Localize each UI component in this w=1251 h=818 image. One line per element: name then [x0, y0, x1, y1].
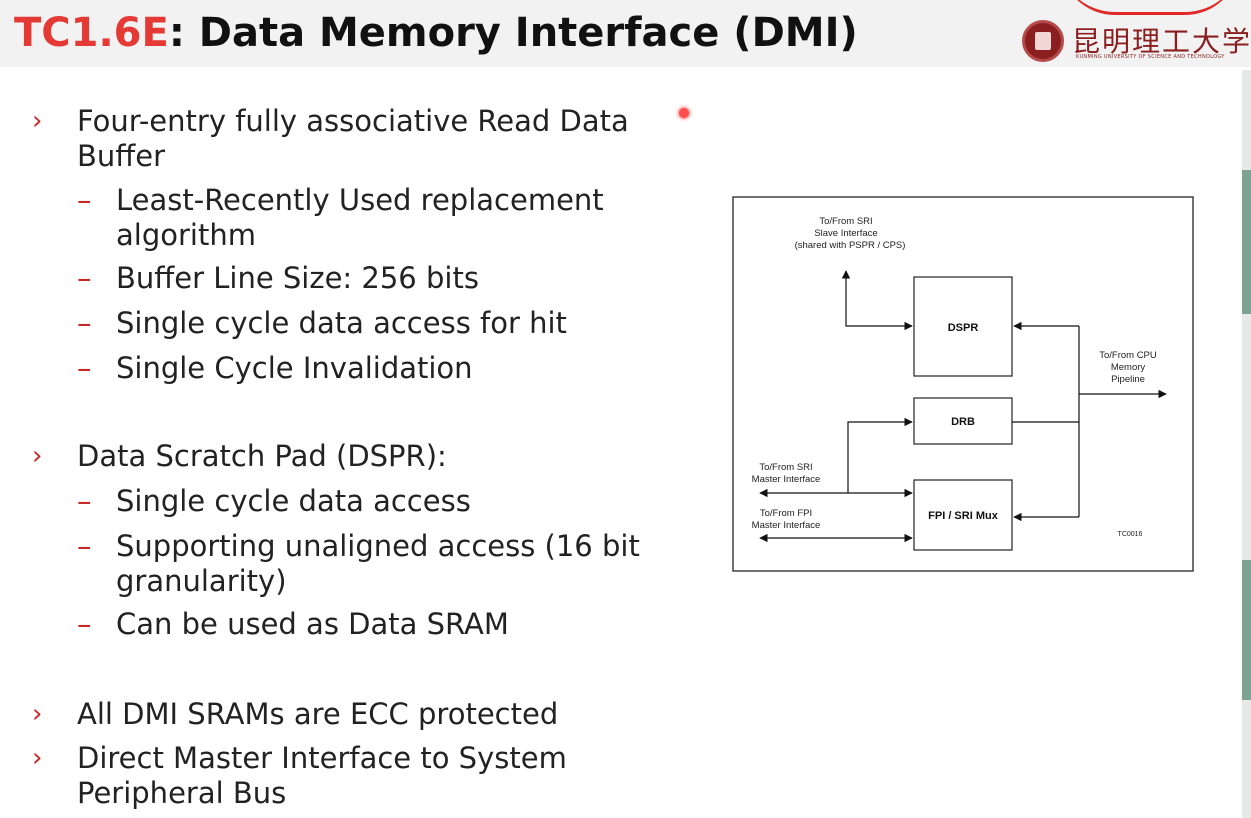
sub-bullet-marker: – — [77, 484, 92, 518]
bullet-marker: › — [32, 699, 43, 729]
sub-bullet-marker: – — [77, 261, 92, 295]
fpi-master-label-1: To/From FPI — [760, 508, 812, 519]
side-strip-segment — [1242, 560, 1251, 700]
sri-master-label-1: To/From SRI — [759, 462, 812, 473]
sub-bullet-item: Least-Recently Used replacement algorith… — [116, 183, 604, 252]
sub-bullet-item: Supporting unaligned access (16 bit gran… — [116, 529, 640, 598]
cpu-label-3: Pipeline — [1111, 374, 1145, 385]
sub-bullet-marker: – — [77, 351, 92, 385]
sub-bullet-item: Single Cycle Invalidation — [116, 351, 473, 385]
sub-bullet-item: Single cycle data access for hit — [116, 306, 567, 340]
diagram-svg: DSPR DRB FPI / SRI Mux To/From SRI Slave… — [732, 196, 1194, 572]
sub-bullet-marker: – — [77, 306, 92, 340]
sub-bullet-marker: – — [77, 183, 92, 217]
sub-bullet-marker: – — [77, 529, 92, 563]
laser-pointer-dot — [679, 108, 689, 118]
dspr-label: DSPR — [948, 322, 979, 334]
sub-bullet-item: Single cycle data access — [116, 484, 471, 518]
sri-master-label-2: Master Interface — [752, 474, 821, 485]
logo-swoosh-icon — [1060, 0, 1240, 15]
sri-slave-label-1: To/From SRI — [819, 216, 872, 227]
bullet-item: All DMI SRAMs are ECC protected — [77, 697, 559, 731]
cpu-label-2: Memory — [1111, 362, 1146, 373]
sub-bullet-marker: – — [77, 607, 92, 641]
sri-slave-label-3: (shared with PSPR / CPS) — [795, 240, 906, 251]
sub-bullet-item: Buffer Line Size: 256 bits — [116, 261, 479, 295]
sri-slave-label-2: Slave Interface — [814, 228, 877, 239]
bullet-item: Direct Master Interface to System Periph… — [77, 741, 567, 810]
university-logo-subtext: KUNMING UNIVERSITY OF SCIENCE AND TECHNO… — [1076, 54, 1225, 60]
fpi-master-label-2: Master Interface — [752, 520, 821, 531]
side-strip-segment — [1242, 170, 1251, 314]
figure-id-label: TC0016 — [1118, 531, 1143, 538]
bullet-marker: › — [32, 441, 43, 471]
title-text: : Data Memory Interface (DMI) — [168, 10, 858, 56]
dmi-block-diagram: DSPR DRB FPI / SRI Mux To/From SRI Slave… — [732, 196, 1194, 572]
bullet-marker: › — [32, 106, 43, 136]
university-seal-icon — [1022, 20, 1064, 62]
slide-title: TC1.6E: Data Memory Interface (DMI) — [14, 8, 858, 58]
bullet-marker: › — [32, 743, 43, 773]
mux-label: FPI / SRI Mux — [928, 510, 999, 522]
cpu-label-1: To/From CPU — [1099, 350, 1157, 361]
sub-bullet-item: Can be used as Data SRAM — [116, 607, 509, 641]
slide-header: TC1.6E: Data Memory Interface (DMI) 昆明理工… — [0, 0, 1251, 67]
drb-label: DRB — [951, 416, 975, 428]
bullet-item: Data Scratch Pad (DSPR): — [77, 439, 447, 473]
bullet-item: Four-entry fully associative Read Data B… — [77, 104, 629, 173]
side-scrollbar — [1242, 70, 1251, 818]
title-accent: TC1.6E — [14, 10, 169, 56]
